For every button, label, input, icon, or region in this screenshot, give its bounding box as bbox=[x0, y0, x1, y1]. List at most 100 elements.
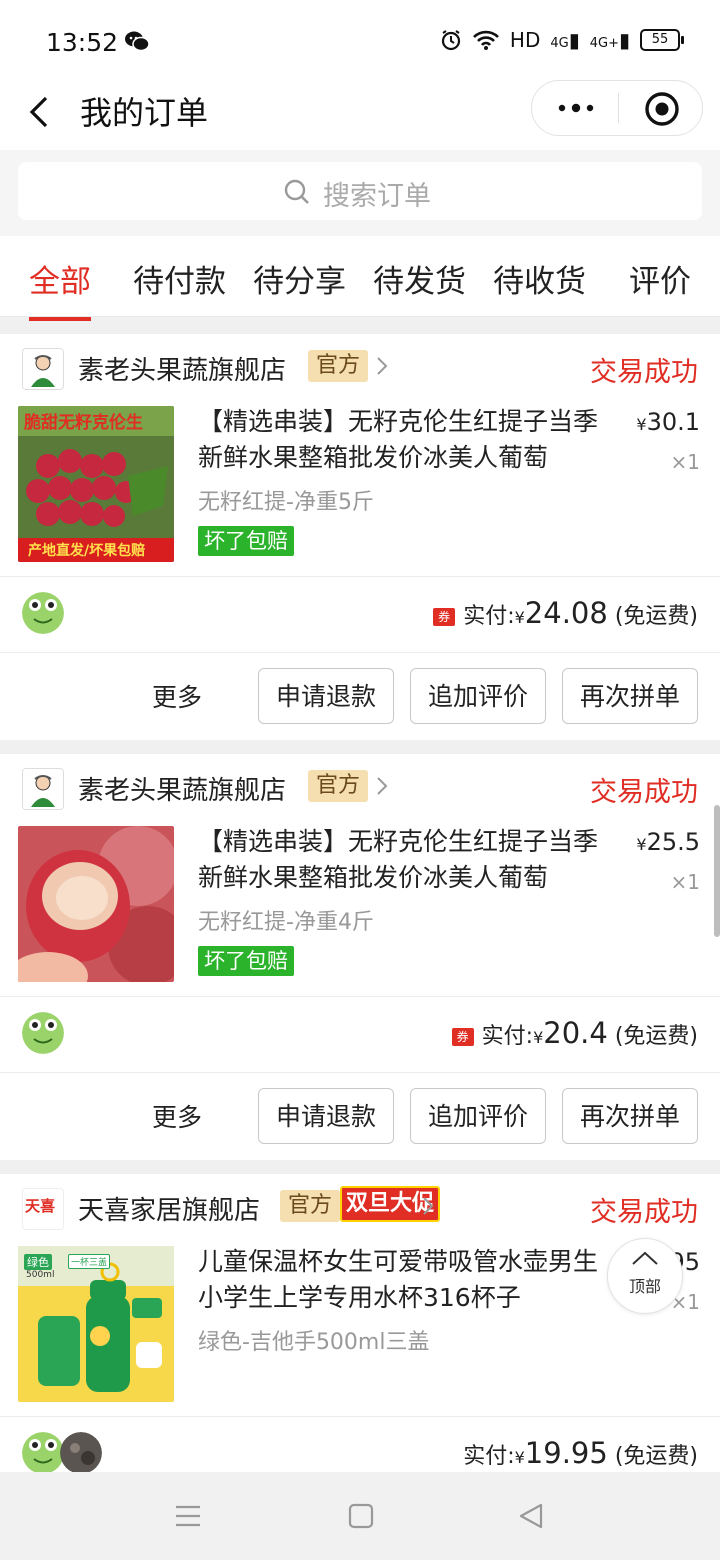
tab-pending-ship[interactable]: 待发货 bbox=[373, 256, 466, 301]
search-icon bbox=[284, 179, 309, 204]
target-icon[interactable] bbox=[644, 91, 680, 127]
alarm-icon bbox=[441, 30, 461, 51]
coupon-icon: 券 bbox=[451, 1028, 474, 1046]
product-price: ¥25.5 bbox=[636, 828, 700, 856]
product-spec: 绿色-吉他手500ml三盖 bbox=[198, 1330, 430, 1355]
chevron-up-icon bbox=[632, 1251, 658, 1265]
shop-name: 素老头果蔬旗舰店 bbox=[78, 776, 287, 806]
shop-row[interactable]: 素老头果蔬旗舰店 官方 交易成功 bbox=[0, 754, 720, 818]
image-caption-top: 脆甜无籽克伦生 bbox=[24, 413, 143, 433]
paid-amount: 券实付:¥20.4 (免运费) bbox=[451, 1016, 698, 1050]
chevron-right-icon bbox=[423, 1197, 434, 1215]
product-image[interactable]: 脆甜无籽克伦生 产地直发/坏果包赔 bbox=[18, 406, 174, 562]
status-icons: HD 4G▮ 4G+▮ 55 bbox=[440, 28, 684, 52]
status-time: 13:52 bbox=[46, 28, 119, 57]
paid-amount: 实付:¥19.95 (免运费) bbox=[463, 1436, 698, 1470]
guarantee-tag: 坏了包赔 bbox=[198, 946, 294, 976]
product-qty: ×1 bbox=[670, 450, 700, 474]
refund-button[interactable]: 申请退款 bbox=[258, 1088, 394, 1144]
shop-logo bbox=[22, 768, 64, 810]
status-bar: 13:52 HD 4G▮ 4G+▮ 55 bbox=[0, 0, 720, 80]
shop-logo: 天喜 bbox=[22, 1188, 64, 1230]
official-badge: 官方 bbox=[280, 1190, 341, 1222]
shop-logo bbox=[22, 348, 64, 390]
official-badge: 官方 bbox=[308, 350, 369, 382]
tab-all[interactable]: 全部 bbox=[29, 256, 91, 321]
page-title: 我的订单 bbox=[80, 94, 209, 132]
shop-row[interactable]: 天喜 天喜家居旗舰店 官方 双旦大促 交易成功 bbox=[0, 1174, 720, 1238]
order-card: 天喜 天喜家居旗舰店 官方 双旦大促 交易成功 绿色 500ml 一杯三盖 儿童… bbox=[0, 1174, 720, 1474]
tab-active-indicator bbox=[29, 317, 91, 321]
search-placeholder: 搜索订单 bbox=[323, 181, 431, 212]
search-area: 搜索订单 bbox=[0, 150, 720, 236]
divider bbox=[0, 576, 720, 577]
miniapp-capsule bbox=[531, 80, 703, 136]
system-nav-bar bbox=[0, 1472, 720, 1560]
product-title[interactable]: 【精选串装】无籽克伦生红提子当季新鲜水果整箱批发价冰美人葡萄 bbox=[198, 824, 598, 896]
tab-pending-payment[interactable]: 待付款 bbox=[133, 256, 226, 301]
nav-bar: 我的订单 bbox=[0, 80, 720, 150]
back-arrow-icon[interactable] bbox=[26, 92, 56, 132]
divider bbox=[0, 652, 720, 653]
shop-row[interactable]: 素老头果蔬旗舰店 官方 交易成功 bbox=[0, 334, 720, 398]
divider bbox=[0, 996, 720, 997]
divider bbox=[0, 1072, 720, 1073]
wechat-icon bbox=[125, 31, 150, 52]
signal-2: 4G+▮ bbox=[589, 28, 630, 52]
divider bbox=[0, 1416, 720, 1417]
add-review-button[interactable]: 追加评价 bbox=[410, 668, 546, 724]
image-tag: 一杯三盖 bbox=[68, 1254, 111, 1269]
back-to-top-label: 顶部 bbox=[628, 1277, 661, 1296]
product-title[interactable]: 【精选串装】无籽克伦生红提子当季新鲜水果整箱批发价冰美人葡萄 bbox=[198, 404, 598, 476]
refund-button[interactable]: 申请退款 bbox=[258, 668, 394, 724]
product-image[interactable]: 绿色 500ml 一杯三盖 bbox=[18, 1246, 174, 1402]
chevron-right-icon bbox=[377, 777, 388, 795]
paid-amount: 券实付:¥24.08 (免运费) bbox=[433, 596, 698, 630]
capsule-divider bbox=[618, 93, 619, 123]
image-label: 绿色 bbox=[24, 1254, 52, 1270]
product-title[interactable]: 儿童保温杯女生可爱带吸管水壶男生小学生上学专用水杯316杯子 bbox=[198, 1244, 598, 1316]
product-price: ¥30.1 bbox=[636, 408, 700, 436]
tab-pending-share[interactable]: 待分享 bbox=[253, 256, 346, 301]
official-badge: 官方 bbox=[308, 770, 369, 802]
menu-icon[interactable] bbox=[174, 1502, 202, 1530]
scrollbar[interactable] bbox=[714, 805, 720, 937]
image-sublabel: 500ml bbox=[26, 1270, 55, 1280]
tab-review[interactable]: 评价 bbox=[629, 256, 691, 301]
more-dots-icon[interactable] bbox=[554, 95, 598, 121]
add-review-button[interactable]: 追加评价 bbox=[410, 1088, 546, 1144]
battery-icon: 55 bbox=[640, 29, 684, 51]
product-spec: 无籽红提-净重5斤 bbox=[198, 490, 374, 515]
order-status: 交易成功 bbox=[590, 1197, 698, 1228]
buyer-avatar bbox=[22, 1012, 64, 1054]
shop-name: 素老头果蔬旗舰店 bbox=[78, 356, 287, 386]
product-spec: 无籽红提-净重4斤 bbox=[198, 910, 374, 935]
buyer-avatar bbox=[22, 592, 64, 634]
order-status: 交易成功 bbox=[590, 777, 698, 808]
back-triangle-icon[interactable] bbox=[517, 1502, 545, 1530]
guarantee-tag: 坏了包赔 bbox=[198, 526, 294, 556]
back-to-top-button[interactable]: 顶部 bbox=[607, 1238, 683, 1314]
coupon-icon: 券 bbox=[433, 608, 456, 626]
order-tabs: 全部 待付款 待分享 待发货 待收货 评价 bbox=[0, 236, 720, 321]
more-button[interactable]: 更多 bbox=[152, 678, 202, 714]
order-status: 交易成功 bbox=[590, 357, 698, 388]
order-card: 素老头果蔬旗舰店 官方 交易成功 脆甜无籽克伦生 产地直发/坏果包赔 【精选串装… bbox=[0, 334, 720, 740]
product-qty: ×1 bbox=[670, 870, 700, 894]
buyer-avatar bbox=[60, 1432, 102, 1474]
image-caption-bottom: 产地直发/坏果包赔 bbox=[28, 543, 146, 559]
tab-pending-receive[interactable]: 待收货 bbox=[493, 256, 586, 301]
wifi-icon bbox=[472, 30, 499, 50]
product-image[interactable] bbox=[18, 826, 174, 982]
order-card: 素老头果蔬旗舰店 官方 交易成功 【精选串装】无籽克伦生红提子当季新鲜水果整箱批… bbox=[0, 754, 720, 1160]
shop-name: 天喜家居旗舰店 bbox=[78, 1196, 261, 1226]
chevron-right-icon bbox=[377, 357, 388, 375]
rebuy-button[interactable]: 再次拼单 bbox=[562, 1088, 698, 1144]
buyer-avatar bbox=[22, 1432, 64, 1474]
signal-1: 4G▮ bbox=[550, 28, 580, 52]
search-input[interactable]: 搜索订单 bbox=[18, 162, 702, 220]
rebuy-button[interactable]: 再次拼单 bbox=[562, 668, 698, 724]
more-button[interactable]: 更多 bbox=[152, 1098, 202, 1134]
network-hd: HD bbox=[509, 28, 541, 52]
home-square-icon[interactable] bbox=[347, 1502, 375, 1530]
